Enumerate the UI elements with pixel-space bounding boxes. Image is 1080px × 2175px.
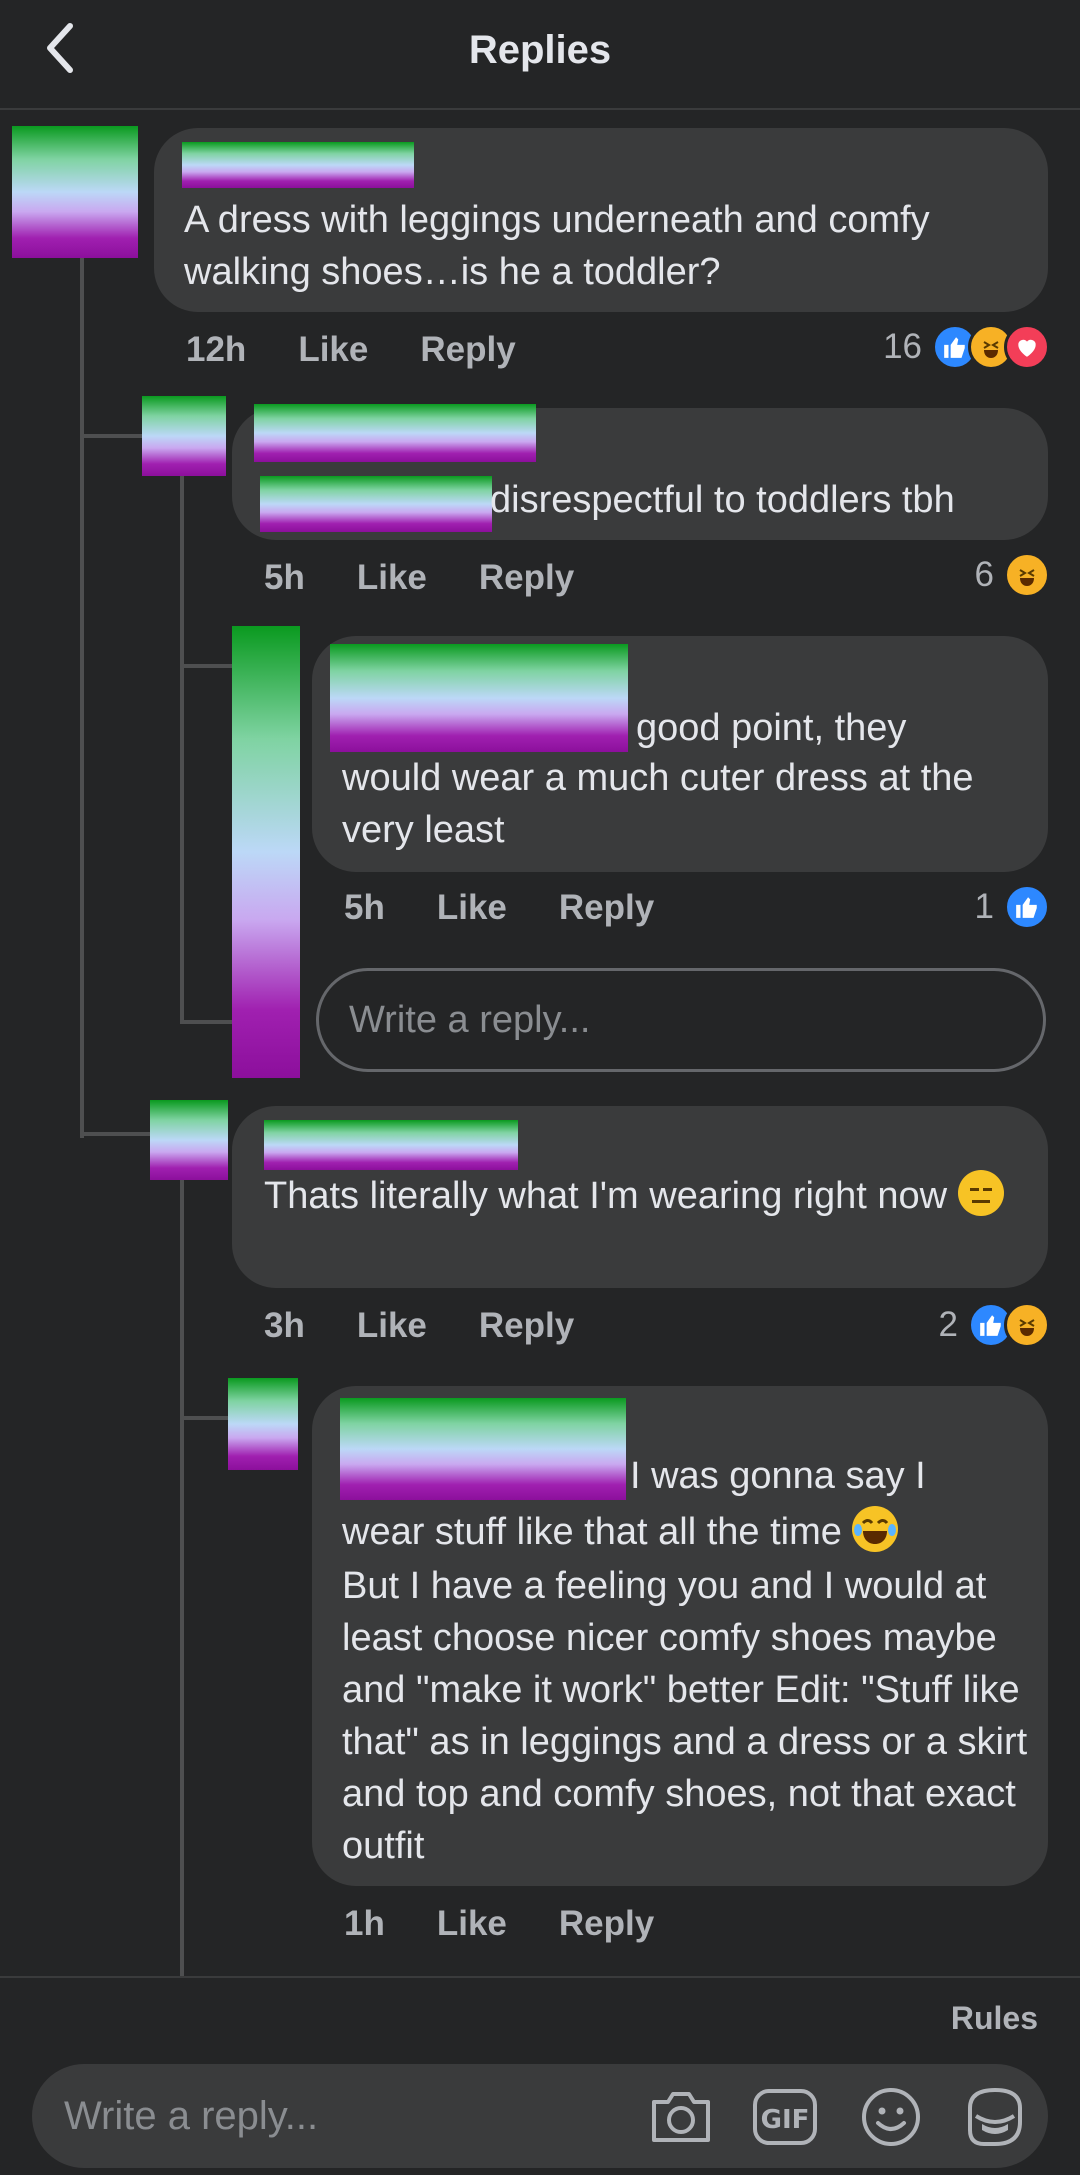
comment-text-line1: I was gonna say I [630, 1455, 926, 1497]
reaction-summary[interactable]: 1 [975, 884, 1050, 930]
reply-button[interactable]: Reply [479, 558, 574, 598]
sticker-icon[interactable] [960, 2082, 1030, 2152]
emoji-icon[interactable] [856, 2082, 926, 2152]
comment-time: 1h [344, 1904, 385, 1943]
commenter-name[interactable] [182, 142, 414, 188]
reply-button[interactable]: Reply [479, 1306, 574, 1346]
thread-line [80, 258, 84, 1138]
comment-text-content: wear stuff like that all the time [342, 1511, 842, 1553]
comment-text-line2: wear stuff like that all the time [342, 1506, 1032, 1558]
thread-line [180, 1020, 232, 1024]
commenter-name[interactable] [254, 404, 536, 462]
thread-line [80, 434, 142, 438]
reaction-count: 6 [974, 555, 994, 594]
commenter-name[interactable] [340, 1398, 626, 1500]
camera-icon[interactable] [646, 2082, 716, 2152]
thread-line [180, 1180, 184, 1980]
avatar[interactable] [12, 126, 138, 258]
commenter-name[interactable] [264, 1120, 518, 1170]
tears-of-joy-icon [852, 1506, 899, 1552]
rules-link[interactable]: Rules [951, 2000, 1038, 2037]
comment-time: 5h [264, 558, 305, 597]
like-button[interactable]: Like [357, 558, 427, 598]
thread-line [80, 1132, 150, 1136]
svg-text:GIF: GIF [761, 2105, 810, 2135]
comment-text: would wear a much cuter dress at the ver… [342, 757, 974, 851]
haha-reaction-icon [1004, 1302, 1050, 1348]
avatar[interactable] [142, 396, 226, 476]
comment-text-content: Thats literally what I'm wearing right n… [264, 1175, 948, 1217]
commenter-name[interactable] [330, 644, 628, 752]
comment-actions: 12h Like Reply [186, 330, 516, 370]
comment-time: 12h [186, 330, 247, 369]
comment-actions: 3h Like Reply [264, 1306, 574, 1346]
expressionless-face-icon [957, 1170, 1004, 1216]
haha-reaction-icon [1004, 552, 1050, 598]
mention-tag[interactable] [260, 476, 492, 532]
comment-actions: 5h Like Reply [344, 888, 654, 928]
reaction-summary[interactable]: 6 [975, 552, 1050, 598]
avatar[interactable] [228, 1378, 298, 1470]
avatar[interactable] [150, 1100, 228, 1180]
reaction-summary[interactable]: 2 [939, 1302, 1050, 1348]
like-button[interactable]: Like [437, 1904, 507, 1944]
reply-button[interactable]: Reply [559, 1904, 654, 1944]
comment-text: disrespectful to toddlers tbh [490, 479, 955, 521]
reply-button[interactable]: Reply [420, 330, 515, 370]
reply-button[interactable]: Reply [559, 888, 654, 928]
inline-reply-input[interactable]: Write a reply... [316, 968, 1046, 1072]
gif-icon[interactable]: GIF [750, 2082, 820, 2152]
love-reaction-icon [1004, 324, 1050, 370]
comment-time: 5h [344, 888, 385, 927]
comment-text: A dress with leggings underneath and com… [184, 199, 930, 293]
reaction-summary[interactable]: 16 [883, 324, 1050, 370]
comment-time: 3h [264, 1306, 305, 1345]
comment-actions: 5h Like Reply [264, 558, 574, 598]
comment-text-line1: good point, they [636, 707, 907, 749]
comment-text: Thats literally what I'm wearing right n… [264, 1170, 1024, 1222]
thread-line [180, 476, 184, 1024]
reaction-count: 2 [938, 1305, 958, 1344]
reaction-count: 1 [974, 887, 994, 926]
thread-line [180, 1416, 232, 1420]
avatar[interactable] [232, 626, 300, 1078]
page-title: Replies [468, 28, 612, 72]
like-button[interactable]: Like [357, 1306, 427, 1346]
comment-actions: 1h Like Reply [344, 1904, 654, 1944]
thread-line [180, 664, 232, 668]
like-button[interactable]: Like [298, 330, 368, 370]
like-reaction-icon [1004, 884, 1050, 930]
like-button[interactable]: Like [437, 888, 507, 928]
reaction-count: 16 [883, 327, 922, 366]
comment-text: But I have a feeling you and I would at … [342, 1565, 1028, 1867]
